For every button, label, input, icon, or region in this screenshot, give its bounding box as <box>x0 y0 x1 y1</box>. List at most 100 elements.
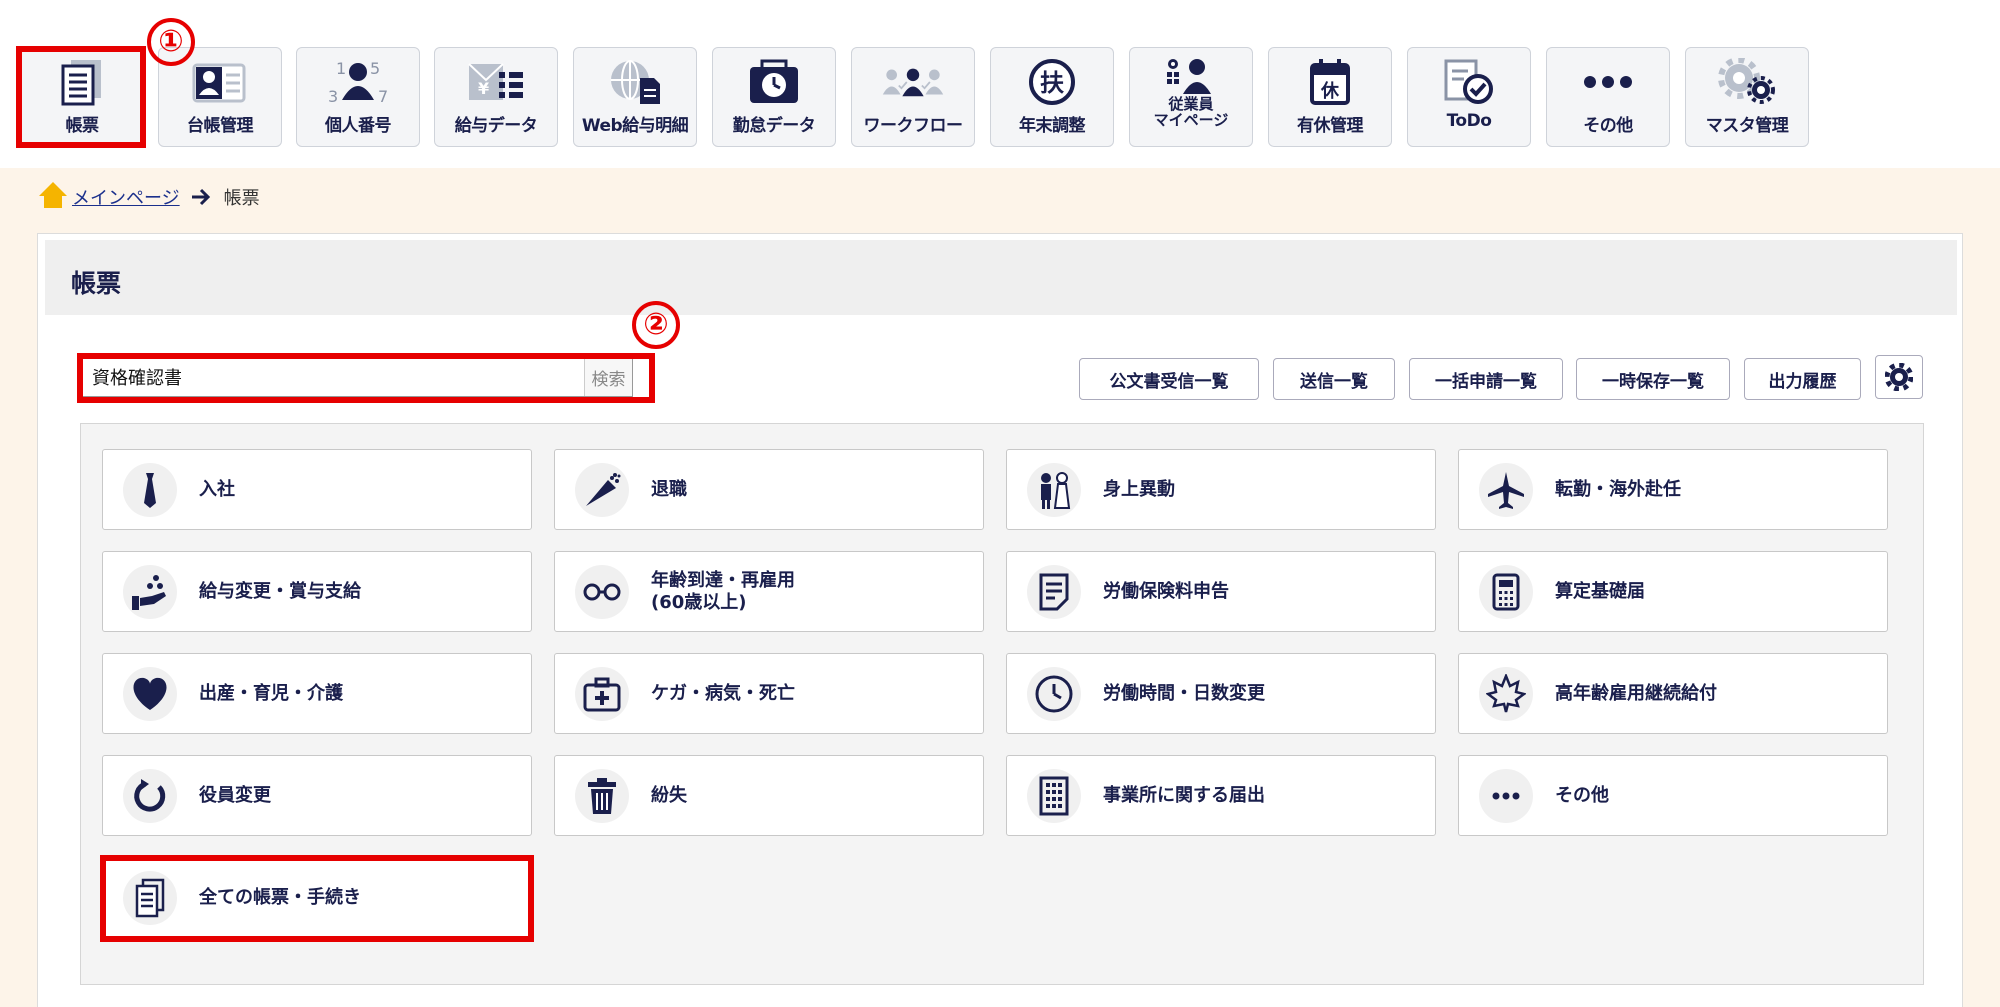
svg-text:7: 7 <box>378 87 388 106</box>
category-card-age-reemployment[interactable]: 年齢到達・再雇用 (60歳以上) <box>554 551 984 632</box>
svg-text:扶: 扶 <box>1040 69 1064 97</box>
highlight-box-all-forms <box>100 855 534 942</box>
svg-text:3: 3 <box>328 87 338 106</box>
svg-text:¥: ¥ <box>478 79 489 98</box>
top-navigation: 帳票 台帳管理 1537 個人番号 ¥ 給与データ Web給与明細 勤怠データ <box>0 0 2000 168</box>
nav-master[interactable]: マスタ管理 <box>1685 47 1809 147</box>
nav-label: 従業員 <box>1168 95 1214 113</box>
airplane-icon <box>1479 462 1533 517</box>
annotation-two: ② <box>632 301 680 349</box>
breadcrumb-current: 帳票 <box>223 188 260 209</box>
clock-icon <box>1027 666 1081 721</box>
highlight-box-search <box>77 353 655 403</box>
output-history-button[interactable]: 出力履歴 <box>1744 358 1861 400</box>
breadcrumb-home-link[interactable]: メインページ <box>72 184 180 210</box>
category-card-personal-change[interactable]: 身上異動 <box>1006 449 1436 530</box>
sent-list-button[interactable]: 送信一覧 <box>1273 358 1395 400</box>
category-label: 事業所に関する届出 <box>1103 784 1265 806</box>
nav-label: マスタ管理 <box>1705 116 1789 136</box>
fu-kanji-icon: 扶 <box>1020 58 1084 106</box>
category-label: 算定基礎届 <box>1555 580 1645 602</box>
nav-label: ワークフロー <box>863 116 964 136</box>
employee-mypage-icon <box>1159 56 1223 96</box>
category-label: 転勤・海外赴任 <box>1555 478 1681 500</box>
nav-label: ToDo <box>1446 111 1492 131</box>
category-card-office-notification[interactable]: 事業所に関する届出 <box>1006 755 1436 836</box>
nav-paid-leave[interactable]: 休 有休管理 <box>1268 47 1392 147</box>
official-docs-received-button[interactable]: 公文書受信一覧 <box>1079 358 1259 400</box>
refresh-icon <box>123 768 177 823</box>
couple-icon <box>1027 462 1081 517</box>
arrow-right-icon <box>190 188 212 206</box>
workflow-people-icon <box>881 58 945 106</box>
nav-salary-data[interactable]: ¥ 給与データ <box>434 47 558 147</box>
category-label: 紛失 <box>651 784 687 806</box>
id-card-icon <box>188 58 252 106</box>
category-card-retirement[interactable]: 退職 <box>554 449 984 530</box>
category-card-other[interactable]: その他 <box>1458 755 1888 836</box>
batch-application-list-button[interactable]: 一括申請一覧 <box>1409 358 1563 400</box>
heart-icon <box>123 666 177 721</box>
category-card-injury-illness[interactable]: ケガ・病気・死亡 <box>554 653 984 734</box>
category-label: ケガ・病気・死亡 <box>651 682 795 704</box>
category-card-labor-insurance[interactable]: 労働保険料申告 <box>1006 551 1436 632</box>
nav-label: 個人番号 <box>325 116 392 136</box>
category-card-calculation-basis[interactable]: 算定基礎届 <box>1458 551 1888 632</box>
nav-year-end[interactable]: 扶 年末調整 <box>990 47 1114 147</box>
breadcrumb: メインページ 帳票 <box>38 180 260 215</box>
nav-label: 台帳管理 <box>187 116 254 136</box>
nav-label: 年末調整 <box>1019 116 1086 136</box>
category-grid: 入社 退職 身上異動 転勤・海外赴任 給与変更・賞与支給 年齢到達・再雇用 (60… <box>80 423 1924 985</box>
svg-text:1: 1 <box>336 59 346 78</box>
nav-workflow[interactable]: ワークフロー <box>851 47 975 147</box>
salary-envelope-icon: ¥ <box>464 58 528 106</box>
category-label: 出産・育児・介護 <box>199 682 343 704</box>
panel-header: 帳票 <box>45 240 1957 315</box>
todo-check-icon <box>1437 58 1501 106</box>
first-aid-icon <box>575 666 629 721</box>
globe-document-icon <box>603 58 667 106</box>
nav-attendance[interactable]: 勤怠データ <box>712 47 836 147</box>
category-label: 労働時間・日数変更 <box>1103 682 1265 704</box>
nav-employee-mypage[interactable]: 従業員 マイページ <box>1129 47 1253 147</box>
nav-web-payslip[interactable]: Web給与明細 <box>573 47 697 147</box>
category-label: 役員変更 <box>199 784 271 806</box>
svg-text:5: 5 <box>370 59 380 78</box>
category-label: 給与変更・賞与支給 <box>199 580 361 602</box>
clock-calendar-icon <box>742 58 806 106</box>
nav-other[interactable]: その他 <box>1546 47 1670 147</box>
nav-label: マイページ <box>1153 111 1229 129</box>
category-card-childcare[interactable]: 出産・育児・介護 <box>102 653 532 734</box>
glasses-icon <box>575 564 629 619</box>
maple-leaf-icon <box>1479 666 1533 721</box>
trash-icon <box>575 768 629 823</box>
category-card-hiring[interactable]: 入社 <box>102 449 532 530</box>
calendar-kyu-icon: 休 <box>1298 58 1362 106</box>
category-card-officer-change[interactable]: 役員変更 <box>102 755 532 836</box>
reports-panel: 帳票 検索 ② 公文書受信一覧 送信一覧 一括申請一覧 一時保存一覧 出力履歴 … <box>37 233 1963 1007</box>
page-title: 帳票 <box>71 269 122 298</box>
category-card-salary-change[interactable]: 給与変更・賞与支給 <box>102 551 532 632</box>
home-icon <box>38 180 68 215</box>
category-label: 高年齢雇用継続給付 <box>1555 682 1717 704</box>
nav-personal-number[interactable]: 1537 個人番号 <box>296 47 420 147</box>
category-label: その他 <box>1555 784 1609 806</box>
temporary-save-list-button[interactable]: 一時保存一覧 <box>1576 358 1730 400</box>
category-card-transfer[interactable]: 転勤・海外赴任 <box>1458 449 1888 530</box>
category-card-working-hours[interactable]: 労働時間・日数変更 <box>1006 653 1436 734</box>
nav-label: その他 <box>1583 116 1633 136</box>
person-number-icon: 1537 <box>326 58 390 106</box>
nav-label: Web給与明細 <box>581 116 689 136</box>
settings-button[interactable] <box>1875 355 1923 399</box>
category-card-lost[interactable]: 紛失 <box>554 755 984 836</box>
more-dots-icon <box>1576 58 1640 106</box>
category-label-line1: 年齢到達・再雇用 <box>651 569 795 591</box>
category-card-elderly-benefit[interactable]: 高年齢雇用継続給付 <box>1458 653 1888 734</box>
category-label: 退職 <box>651 478 687 500</box>
necktie-icon <box>123 462 177 517</box>
category-label: 年齢到達・再雇用 (60歳以上) <box>651 570 795 614</box>
nav-label: 給与データ <box>454 116 538 136</box>
nav-todo[interactable]: ToDo <box>1407 47 1531 147</box>
category-label: 入社 <box>199 478 235 500</box>
category-label-line2: (60歳以上) <box>651 591 747 613</box>
